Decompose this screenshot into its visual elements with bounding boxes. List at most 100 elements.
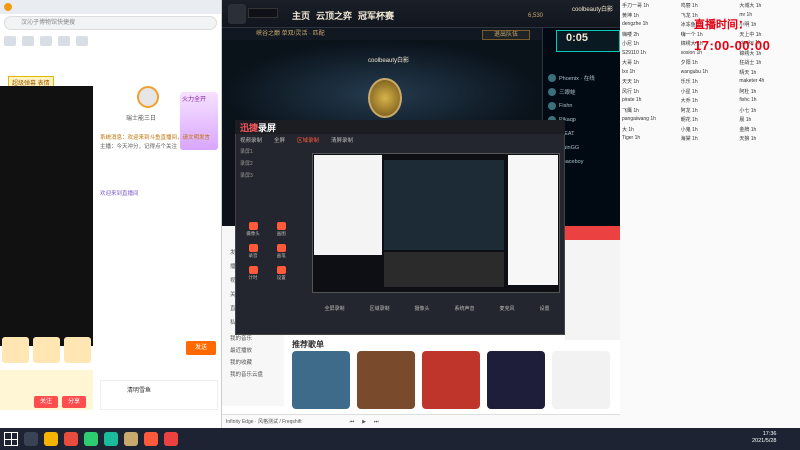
clock-date: 2021/5/28	[752, 438, 777, 444]
rank-badge[interactable]	[64, 337, 91, 363]
recorder-tool[interactable]: 画图	[270, 222, 292, 240]
game-search-input[interactable]	[248, 8, 278, 18]
recorder-tab[interactable]: 视频录制	[240, 136, 262, 144]
game-logo-icon[interactable]	[228, 4, 246, 24]
settings-button[interactable]: 设置	[539, 305, 549, 312]
streamer-avatar[interactable]	[137, 86, 159, 108]
microphone-button[interactable]: 麦克风	[499, 305, 514, 312]
viewer-entry: 朝花 1h	[680, 117, 698, 123]
lobby-player-name: coolbeauty白影	[368, 58, 410, 64]
viewer-entry: 乐乐 1h	[680, 79, 698, 85]
recorder-tab[interactable]: 全屏	[274, 136, 285, 144]
search-icon[interactable]	[24, 432, 38, 446]
viewer-entry: 小星 1h	[680, 88, 698, 95]
rank-emblem-icon[interactable]	[368, 78, 402, 118]
friend-item[interactable]: 三眼蛙	[548, 86, 618, 98]
chat-message: 系统消息：欢迎来到斗鱼直播间，请文明发言	[100, 135, 211, 141]
music-side-item[interactable]: 我的音乐	[230, 334, 252, 342]
viewer-entry: 鸡丽 1h	[680, 3, 698, 9]
now-playing-text[interactable]: Infinity Edge · 风格测试 / Freqshift	[226, 418, 302, 425]
bookmark-icon[interactable]	[58, 36, 70, 46]
friend-item[interactable]: Fishn	[548, 100, 618, 112]
browser-tabbar	[0, 0, 221, 14]
start-icon[interactable]	[4, 432, 18, 446]
viewer-entry: 大城大 1h	[739, 3, 762, 9]
recorder-tool[interactable]: 计时	[242, 266, 264, 284]
tool-label: 设置	[276, 275, 286, 280]
stream-video-area[interactable]	[0, 86, 93, 346]
timer-icon	[248, 266, 258, 274]
playlist-section-title[interactable]: 推荐歌单	[292, 339, 324, 350]
bookmark-icon[interactable]	[4, 36, 16, 46]
game-app-icon[interactable]	[124, 432, 138, 446]
system-clock[interactable]: 17:36 2021/5/28	[752, 431, 776, 445]
send-button[interactable]: 发送	[186, 341, 216, 355]
chat-area: 系统消息：欢迎来到斗鱼直播间，请文明发言 主播：今天冲分，记得点个关注 欢迎来到…	[100, 135, 218, 198]
recorder-tool[interactable]: 摄像头	[242, 222, 264, 240]
game-client-topbar	[222, 0, 620, 28]
tool-label: 画图	[276, 231, 286, 236]
tool-label: 录音	[248, 253, 258, 258]
folder-icon[interactable]	[44, 432, 58, 446]
bookmark-icon[interactable]	[40, 36, 52, 46]
follow-button[interactable]: 关注	[34, 396, 58, 408]
viewer-entry: lxx 1h	[622, 68, 636, 75]
draw-icon	[276, 222, 286, 230]
preview-browser-thumb	[314, 155, 382, 255]
share-button[interactable]: 分享	[62, 396, 86, 408]
prev-icon[interactable]: ⏮	[350, 419, 355, 425]
viewer-entry: pirate 1h	[622, 97, 642, 103]
playlist-cover[interactable]	[422, 351, 480, 409]
bookmark-icon[interactable]	[76, 36, 88, 46]
playlist-cover[interactable]	[292, 351, 350, 409]
playlist-cover[interactable]	[552, 351, 610, 409]
fullscreen-record-button[interactable]: 全屏录制	[324, 305, 344, 312]
viewer-entry: 大哥 1h	[622, 60, 639, 66]
system-audio-button[interactable]: 系统声音	[454, 305, 474, 312]
recorder-app-icon[interactable]	[144, 432, 158, 446]
recorder-logo-prefix: 迅捷	[240, 123, 259, 133]
nav-tft[interactable]: 云顶之弈	[316, 9, 352, 22]
recorder-titlebar	[235, 120, 565, 134]
music-side-item[interactable]: 我的音乐云盘	[230, 370, 263, 378]
recorder-tool[interactable]: 画笔	[270, 244, 292, 262]
tool-label: 画笔	[276, 253, 286, 258]
stream-schedule-title: 直播时间：	[694, 19, 749, 31]
app-icon[interactable]	[104, 432, 118, 446]
recorder-tool[interactable]: 设置	[270, 266, 292, 284]
recorder-logo: 迅捷录屏	[240, 121, 276, 134]
rank-badge[interactable]	[33, 337, 60, 363]
friend-item[interactable]: Phoenix · 在线	[548, 72, 618, 84]
recorder-tool[interactable]: 录音	[242, 244, 264, 262]
app-icon[interactable]	[84, 432, 98, 446]
friend-avatar-icon	[548, 88, 556, 96]
recording-item[interactable]: 录屏3	[240, 172, 253, 179]
play-icon[interactable]: ▶	[362, 419, 366, 425]
music-player-bar: Infinity Edge · 风格测试 / Freqshift ⏮ ▶ ⏭	[222, 414, 620, 428]
recording-item[interactable]: 录屏2	[240, 160, 253, 167]
rank-badge[interactable]	[2, 337, 29, 363]
leave-party-button[interactable]: 退出队伍	[482, 30, 530, 40]
viewer-entry: 夕阳 1h	[680, 60, 698, 66]
music-ad-panel[interactable]	[565, 240, 620, 340]
region-record-button[interactable]: 区域录制	[369, 305, 389, 312]
playlist-cover[interactable]	[487, 351, 545, 409]
currency-amount: 6,530	[528, 13, 544, 19]
profile-name[interactable]: coolbeauty白影	[572, 4, 613, 13]
viewer-entry: 风行 1h	[622, 88, 639, 95]
recorder-tab[interactable]: 清屏录制	[331, 136, 353, 144]
app-icon[interactable]	[64, 432, 78, 446]
address-bar[interactable]: 汉沁子博物馆快捷搜	[4, 16, 217, 30]
next-icon[interactable]: ⏭	[374, 419, 379, 425]
bookmark-icon[interactable]	[22, 36, 34, 46]
recording-item[interactable]: 录屏1	[240, 148, 253, 155]
webcam-button[interactable]: 摄像头	[414, 305, 429, 312]
nav-home[interactable]: 主页	[292, 9, 310, 22]
music-side-item[interactable]: 我的收藏	[230, 358, 252, 366]
playlist-cover[interactable]	[357, 351, 415, 409]
music-side-item[interactable]: 最近播放	[230, 346, 252, 354]
nav-clash[interactable]: 冠军杯赛	[358, 9, 394, 22]
recorder-tab[interactable]: 区域录制	[297, 136, 319, 144]
gift-card[interactable]: 清明雪鱼	[100, 380, 218, 410]
music-app-icon[interactable]	[164, 432, 178, 446]
